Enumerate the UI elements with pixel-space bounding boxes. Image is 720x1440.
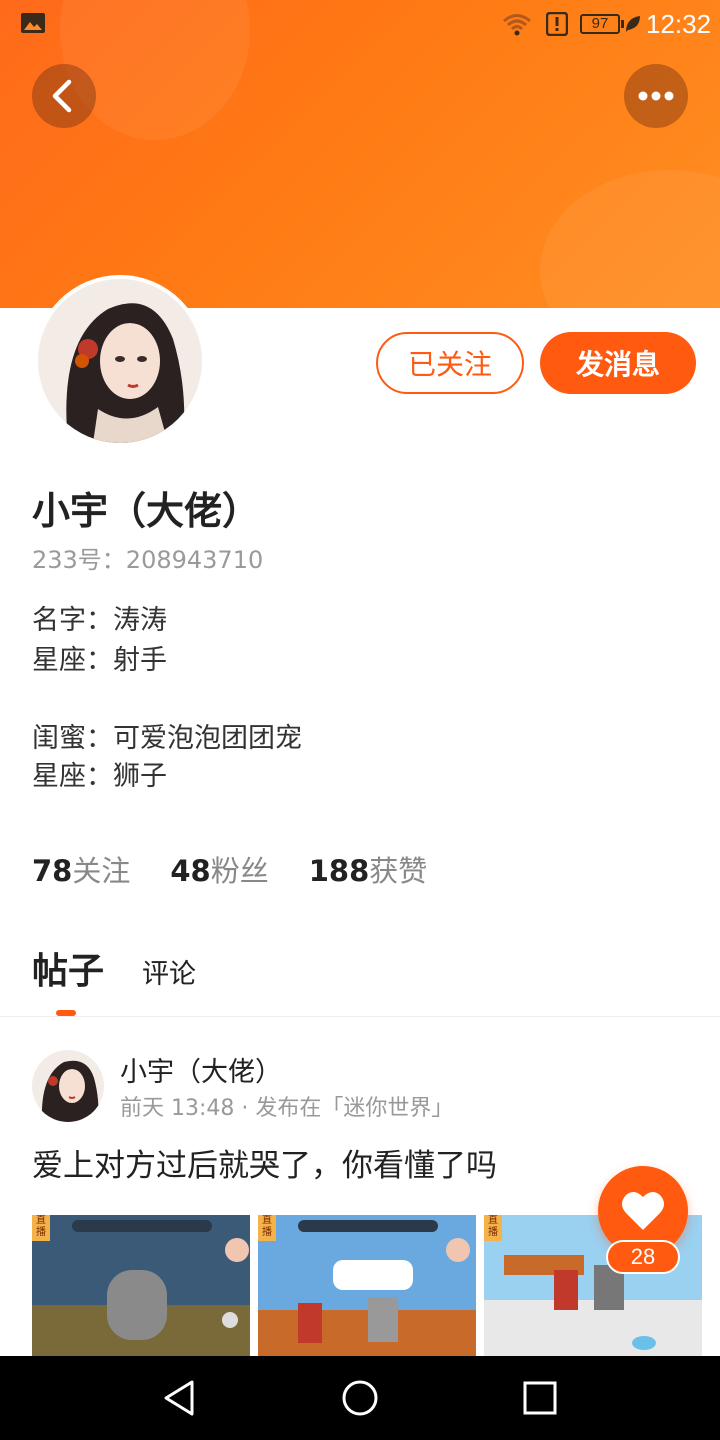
bio-line: 星座：射手 — [32, 645, 167, 676]
likes-label: 获赞 — [369, 854, 428, 888]
more-options-button[interactable] — [624, 64, 688, 128]
live-badge: 直播 — [32, 1215, 50, 1241]
likes-stat: 188获赞 — [309, 848, 428, 890]
game-screenshot — [258, 1215, 476, 1356]
profile-stats: 78关注 48粉丝 188获赞 — [32, 848, 427, 890]
send-message-button[interactable]: 发消息 — [540, 332, 696, 394]
likes-count: 188 — [308, 854, 370, 888]
followers-count: 48 — [170, 854, 211, 888]
gallery-icon — [21, 13, 45, 33]
followed-button[interactable]: 已关注 — [376, 332, 524, 394]
alert-icon — [546, 12, 568, 36]
divider — [0, 1016, 720, 1017]
profile-avatar[interactable] — [34, 275, 206, 447]
avatar — [38, 279, 202, 443]
post-image[interactable]: 直播 — [258, 1215, 476, 1356]
game-screenshot — [32, 1215, 250, 1356]
post-meta: 前天 13:48 · 发布在「迷你世界」 — [120, 1096, 454, 1121]
followers-stat[interactable]: 48粉丝 — [170, 848, 268, 890]
banner-decoration — [540, 170, 720, 308]
back-triangle-icon[interactable] — [158, 1376, 202, 1420]
following-count: 78 — [32, 854, 73, 888]
post-text: 爱上对方过后就哭了，你看懂了吗 — [32, 1148, 497, 1184]
bio-line: 名字：涛涛 — [32, 605, 167, 636]
bio-line: 闺蜜：可爱泡泡团团宠 — [32, 723, 302, 754]
following-label: 关注 — [72, 854, 131, 888]
live-badge: 直播 — [484, 1215, 502, 1241]
tab-posts[interactable]: 帖子 — [32, 942, 104, 994]
avatar-illustration — [32, 1050, 104, 1122]
user-id: 233号：208943710 — [32, 546, 264, 574]
username: 小宇（大佬） — [32, 489, 261, 533]
home-circle-icon[interactable] — [338, 1376, 382, 1420]
post-image[interactable]: 直播 — [32, 1215, 250, 1356]
like-count: 28 — [606, 1240, 680, 1274]
chevron-left-icon — [52, 79, 72, 113]
recents-square-icon[interactable] — [518, 1376, 562, 1420]
post-author-avatar[interactable] — [32, 1050, 104, 1122]
clock: 12:32 — [646, 9, 712, 39]
battery-icon: 97 — [580, 14, 624, 34]
system-navigation-bar — [0, 1356, 720, 1440]
live-badge: 直播 — [258, 1215, 276, 1241]
tab-comments[interactable]: 评论 — [142, 952, 196, 991]
following-stat[interactable]: 78关注 — [32, 848, 130, 890]
more-horizontal-icon — [638, 91, 674, 101]
followers-label: 粉丝 — [210, 854, 269, 888]
post-author-name[interactable]: 小宇（大佬） — [120, 1050, 282, 1089]
bio-line: 星座：狮子 — [32, 761, 167, 792]
avatar-illustration — [38, 279, 202, 443]
leaf-icon — [626, 16, 640, 32]
back-button[interactable] — [32, 64, 96, 128]
wifi-icon — [503, 14, 531, 36]
status-bar: 97 12:32 — [0, 0, 720, 48]
